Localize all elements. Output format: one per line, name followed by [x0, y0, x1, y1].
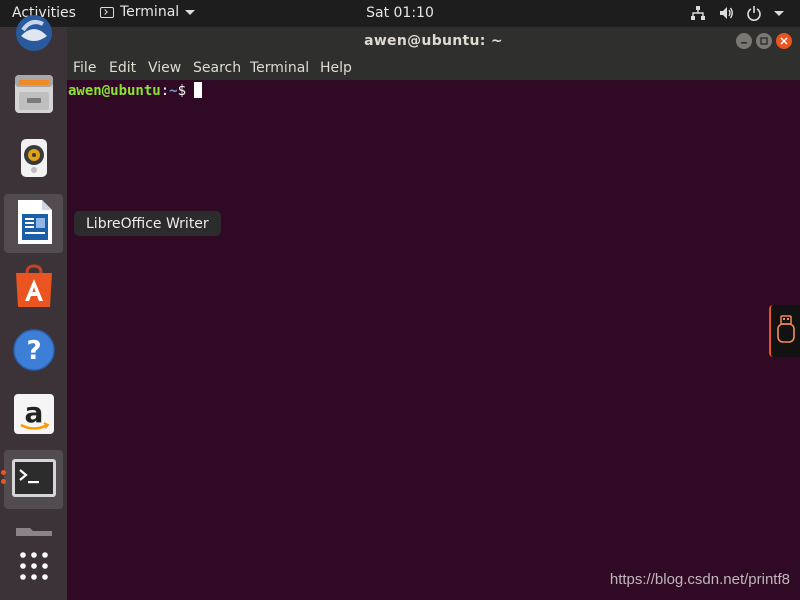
prompt-dollar: $ — [177, 83, 187, 99]
text-cursor — [194, 82, 203, 98]
minimize-button[interactable] — [736, 33, 752, 49]
dock-item-libreoffice-writer[interactable] — [4, 194, 63, 253]
dock-item-help[interactable]: ? — [4, 322, 63, 381]
svg-text:a: a — [24, 396, 43, 429]
show-applications-button[interactable] — [4, 538, 63, 597]
usb-drive-icon — [776, 314, 796, 348]
dock-tooltip: LibreOffice Writer — [74, 211, 221, 236]
minimize-icon — [741, 42, 747, 44]
terminal-icon — [11, 458, 57, 502]
top-bar: Activities Terminal Sat 01:10 — [0, 0, 800, 27]
dock-item-ubuntu-software[interactable] — [4, 258, 63, 317]
clock[interactable]: Sat 01:10 — [366, 5, 434, 21]
amazon-icon: a — [12, 392, 56, 440]
libreoffice-writer-icon — [12, 198, 56, 250]
chevron-down-icon — [774, 10, 784, 16]
window-title: awen@ubuntu: ~ — [364, 33, 503, 49]
running-indicator — [1, 479, 6, 484]
ubuntu-software-icon — [12, 263, 56, 313]
rhythmbox-icon — [12, 136, 56, 184]
prompt-line: awen@ubuntu:~$ — [68, 82, 203, 99]
folder-icon — [12, 523, 56, 537]
menu-view[interactable]: View — [148, 60, 181, 76]
menu-search[interactable]: Search — [193, 60, 241, 76]
power-icon — [746, 5, 762, 21]
prompt-colon: : — [160, 83, 170, 99]
dock-item-rhythmbox[interactable] — [4, 130, 63, 189]
terminal-icon — [100, 6, 114, 18]
dock-item-overflow[interactable] — [4, 523, 63, 537]
app-menu-label: Terminal — [120, 4, 180, 20]
app-menu[interactable]: Terminal — [100, 4, 196, 20]
svg-text:?: ? — [26, 336, 41, 366]
maximize-button[interactable] — [756, 33, 772, 49]
close-button[interactable] — [776, 33, 792, 49]
chevron-down-icon — [185, 9, 196, 15]
running-indicator — [1, 470, 6, 475]
removable-device-tab[interactable] — [769, 305, 800, 357]
menu-edit[interactable]: Edit — [109, 60, 136, 76]
volume-icon — [718, 5, 734, 21]
menu-terminal[interactable]: Terminal — [250, 60, 309, 76]
help-icon: ? — [12, 328, 56, 376]
terminal-area[interactable]: awen@ubuntu:~$ — [67, 80, 800, 600]
system-status-area[interactable] — [690, 5, 784, 21]
close-icon — [780, 37, 788, 45]
window-controls — [736, 33, 792, 49]
files-icon — [12, 72, 56, 120]
prompt-path: ~ — [169, 83, 178, 99]
app-grid-icon — [18, 550, 50, 586]
prompt-user-host: awen@ubuntu — [68, 83, 161, 99]
dock-item-amazon[interactable]: a — [4, 386, 63, 445]
window-titlebar[interactable]: awen@ubuntu: ~ — [67, 27, 800, 55]
thunderbird-icon — [13, 12, 55, 58]
menu-file[interactable]: File — [73, 60, 96, 76]
maximize-icon — [760, 37, 768, 45]
network-icon — [690, 5, 706, 21]
dock-item-files[interactable] — [4, 66, 63, 125]
menu-help[interactable]: Help — [320, 60, 352, 76]
window-menubar: File Edit View Search Terminal Help — [67, 55, 800, 80]
dock-item-thunderbird[interactable] — [4, 5, 63, 64]
dock: ? a — [0, 14, 67, 600]
watermark: https://blog.csdn.net/printf8 — [609, 571, 790, 588]
tooltip-label: LibreOffice Writer — [86, 215, 209, 232]
dock-item-terminal[interactable] — [1, 450, 63, 509]
